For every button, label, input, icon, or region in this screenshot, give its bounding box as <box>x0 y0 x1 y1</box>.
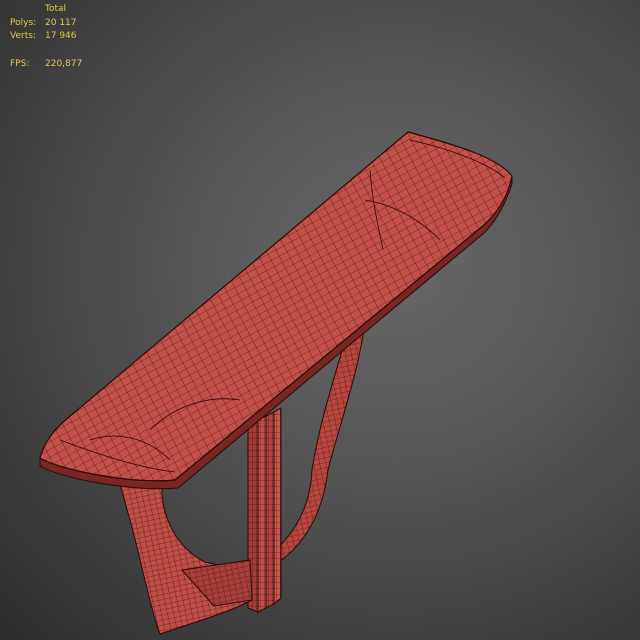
viewport-statistics-overlay: Total Polys: 20 117 Verts: 17 946 FPS: 2… <box>10 3 105 71</box>
fps-value: 220,877 <box>45 58 83 69</box>
polys-label: Polys: <box>10 17 37 28</box>
3d-viewport[interactable]: Total Polys: 20 117 Verts: 17 946 FPS: 2… <box>0 0 640 640</box>
verts-label: Verts: <box>10 31 36 41</box>
verts-value: 17 946 <box>45 31 77 41</box>
center-slats <box>247 407 282 613</box>
verts-row: Verts: 17 946 <box>10 30 105 44</box>
fps-label: FPS: <box>10 58 30 69</box>
console-table-wireframe-model[interactable] <box>0 0 640 640</box>
fps-row: FPS: 220,877 <box>10 58 105 72</box>
polys-value: 20 117 <box>45 17 77 28</box>
stats-header: Total <box>45 4 67 14</box>
polys-row: Polys: 20 117 <box>10 17 105 31</box>
left-leg <box>117 477 253 635</box>
